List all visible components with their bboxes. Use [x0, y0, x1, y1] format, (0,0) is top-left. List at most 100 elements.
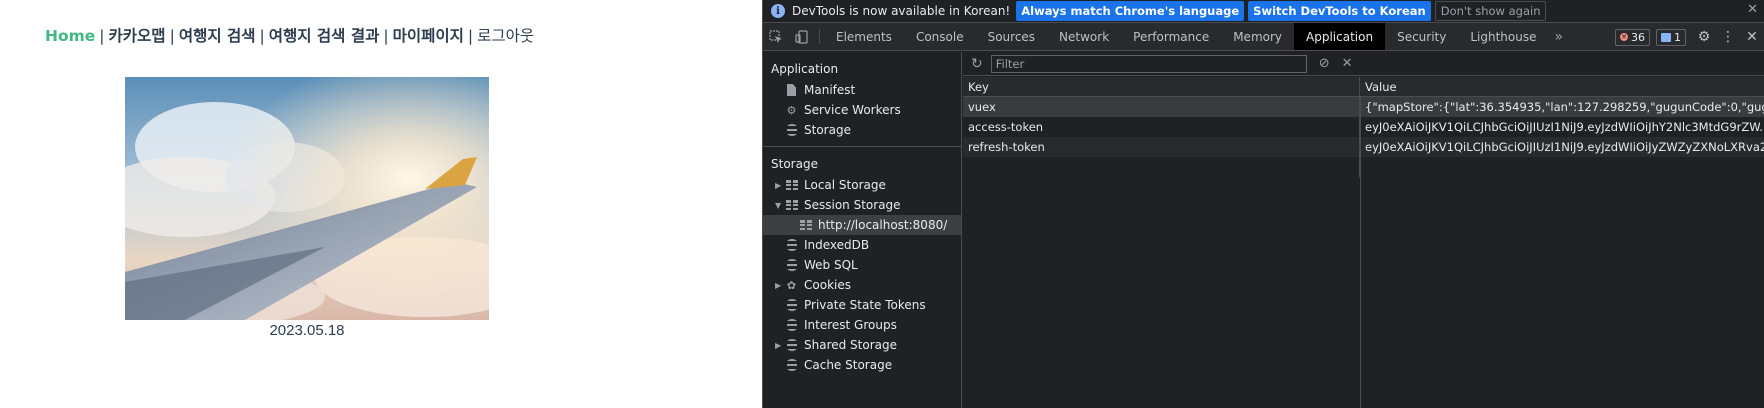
- nav-separator: |: [383, 27, 389, 45]
- expand-arrow-icon[interactable]: ▶: [775, 181, 781, 190]
- info-icon: i: [771, 4, 785, 18]
- errors-badge[interactable]: ✕ 36: [1615, 28, 1650, 46]
- storage-panel: ↻ ⊘ ✕ Key Value vuex {"mapStore":{"lat":…: [963, 52, 1764, 408]
- sidebar-item-cache-storage[interactable]: Cache Storage: [763, 355, 961, 375]
- dont-show-again-button[interactable]: Don't show again: [1434, 1, 1547, 21]
- expand-arrow-icon[interactable]: ▶: [775, 281, 781, 290]
- database-icon: [785, 359, 798, 372]
- nav-separator: |: [169, 27, 175, 45]
- storage-toolbar: ↻ ⊘ ✕: [963, 52, 1764, 76]
- close-devtools-icon[interactable]: ✕: [1740, 23, 1764, 51]
- tab-sources[interactable]: Sources: [976, 23, 1047, 50]
- photo-caption-date: 2023.05.18: [269, 322, 345, 339]
- nav-separator: |: [467, 27, 474, 45]
- tab-console[interactable]: Console: [904, 23, 976, 50]
- table-header: Key Value: [963, 77, 1764, 97]
- sidebar-item-service-workers[interactable]: ⚙ Service Workers: [763, 100, 961, 120]
- web-page: Home | 카카오맵 | 여행지 검색 | 여행지 검색 결과 | 마이페이지 | 로그아웃: [0, 0, 762, 408]
- table-row-empty: [963, 157, 1764, 177]
- storage-table: Key Value vuex {"mapStore":{"lat":36.354…: [963, 77, 1764, 408]
- refresh-icon[interactable]: ↻: [971, 56, 983, 72]
- application-sidebar: Application Manifest ⚙ Service Workers St…: [763, 52, 962, 408]
- kebab-menu-icon[interactable]: ⋮: [1716, 23, 1740, 51]
- row-key: vuex: [963, 97, 1360, 117]
- language-infobar: i DevTools is now available in Korean! A…: [763, 0, 1764, 23]
- database-icon: [785, 299, 798, 312]
- sidebar-item-interest-groups[interactable]: Interest Groups: [763, 315, 961, 335]
- close-icon[interactable]: ✕: [1747, 2, 1758, 17]
- sidebar-item-indexeddb[interactable]: IndexedDB: [763, 235, 961, 255]
- row-key: access-token: [963, 117, 1360, 137]
- sidebar-item-session-origin[interactable]: http://localhost:8080/: [763, 215, 961, 235]
- clear-all-icon[interactable]: ⊘: [1319, 56, 1330, 71]
- database-icon: [785, 124, 798, 137]
- nav-link-search[interactable]: 여행지 검색: [179, 27, 256, 45]
- nav-link-results[interactable]: 여행지 검색 결과: [269, 27, 380, 45]
- database-icon: [785, 259, 798, 272]
- table-row[interactable]: refresh-token eyJ0eXAiOiJKV1QiLCJhbGciOi…: [963, 137, 1764, 157]
- messages-badge[interactable]: 1: [1656, 28, 1686, 46]
- row-value: eyJ0eXAiOiJKV1QiLCJhbGciOiJIUzI1NiJ9.eyJ…: [1365, 120, 1764, 134]
- row-value: {"mapStore":{"lat":36.354935,"lan":127.2…: [1365, 100, 1764, 114]
- infobar-message: DevTools is now available in Korean!: [792, 4, 1011, 18]
- column-divider[interactable]: [1360, 97, 1361, 408]
- table-grid-icon: [799, 219, 812, 232]
- sidebar-divider: [763, 146, 961, 147]
- tab-network[interactable]: Network: [1047, 23, 1121, 50]
- column-header-value[interactable]: Value: [1360, 77, 1764, 96]
- tab-elements[interactable]: Elements: [824, 23, 904, 50]
- nav-link-kakaomap[interactable]: 카카오맵: [109, 27, 166, 45]
- device-toolbar-icon[interactable]: [789, 23, 815, 50]
- sidebar-item-manifest[interactable]: Manifest: [763, 80, 961, 100]
- sidebar-item-private-state-tokens[interactable]: Private State Tokens: [763, 295, 961, 315]
- message-icon: [1661, 32, 1671, 42]
- sidebar-item-storage[interactable]: Storage: [763, 120, 961, 140]
- more-tabs-icon[interactable]: »: [1549, 23, 1570, 50]
- airplane-wing-photo: [125, 77, 489, 320]
- inspect-element-icon[interactable]: [763, 23, 789, 50]
- toolbar-divider: [819, 29, 820, 44]
- database-icon: [785, 239, 798, 252]
- gear-icon: ⚙: [786, 103, 797, 117]
- toolbar-right: ✕ 36 1 ⚙ ⋮ ✕: [1615, 23, 1764, 51]
- table-row[interactable]: vuex {"mapStore":{"lat":36.354935,"lan":…: [963, 97, 1764, 117]
- filter-input[interactable]: [990, 54, 1307, 73]
- column-header-key[interactable]: Key: [963, 77, 1360, 96]
- error-icon: ✕: [1620, 33, 1628, 41]
- cookie-icon: ✿: [786, 278, 797, 292]
- nav-link-logout[interactable]: 로그아웃: [477, 27, 534, 45]
- sidebar-item-cookies[interactable]: ▶ ✿ Cookies: [763, 275, 961, 295]
- database-icon: [785, 319, 798, 332]
- match-language-button[interactable]: Always match Chrome's language: [1016, 1, 1245, 21]
- tab-lighthouse[interactable]: Lighthouse: [1458, 23, 1548, 50]
- row-key: refresh-token: [963, 137, 1360, 157]
- nav-separator: |: [99, 27, 105, 45]
- top-nav: Home | 카카오맵 | 여행지 검색 | 여행지 검색 결과 | 마이페이지 | 로그아웃: [45, 24, 534, 46]
- storage-section-title: Storage: [771, 157, 818, 171]
- tab-security[interactable]: Security: [1385, 23, 1458, 50]
- tab-application[interactable]: Application: [1294, 23, 1386, 50]
- delete-selected-icon[interactable]: ✕: [1342, 56, 1353, 71]
- nav-link-mypage[interactable]: 마이페이지: [393, 27, 464, 45]
- messages-count: 1: [1674, 30, 1681, 44]
- switch-language-button[interactable]: Switch DevTools to Korean: [1248, 1, 1431, 21]
- devtools-tabbar: Elements Console Sources Network Perform…: [763, 23, 1764, 51]
- nav-link-home[interactable]: Home: [45, 27, 95, 45]
- collapse-arrow-icon[interactable]: ▼: [775, 201, 781, 210]
- devtools-panel: i DevTools is now available in Korean! A…: [762, 0, 1764, 408]
- row-value: eyJ0eXAiOiJKV1QiLCJhbGciOiJIUzI1NiJ9.eyJ…: [1365, 140, 1764, 154]
- sidebar-item-local-storage[interactable]: ▶ Local Storage: [763, 175, 961, 195]
- tab-memory[interactable]: Memory: [1221, 23, 1294, 50]
- nav-separator: |: [259, 27, 265, 45]
- expand-arrow-icon[interactable]: ▶: [775, 341, 781, 350]
- table-grid-icon: [785, 179, 798, 192]
- gear-icon[interactable]: ⚙: [1692, 23, 1716, 51]
- application-section-title: Application: [771, 62, 839, 76]
- document-icon: [785, 84, 798, 97]
- sidebar-item-shared-storage[interactable]: ▶ Shared Storage: [763, 335, 961, 355]
- sidebar-item-session-storage[interactable]: ▼ Session Storage: [763, 195, 961, 215]
- tab-performance[interactable]: Performance: [1121, 23, 1221, 50]
- errors-count: 36: [1631, 30, 1645, 44]
- sidebar-item-websql[interactable]: Web SQL: [763, 255, 961, 275]
- table-row[interactable]: access-token eyJ0eXAiOiJKV1QiLCJhbGciOiJ…: [963, 117, 1764, 137]
